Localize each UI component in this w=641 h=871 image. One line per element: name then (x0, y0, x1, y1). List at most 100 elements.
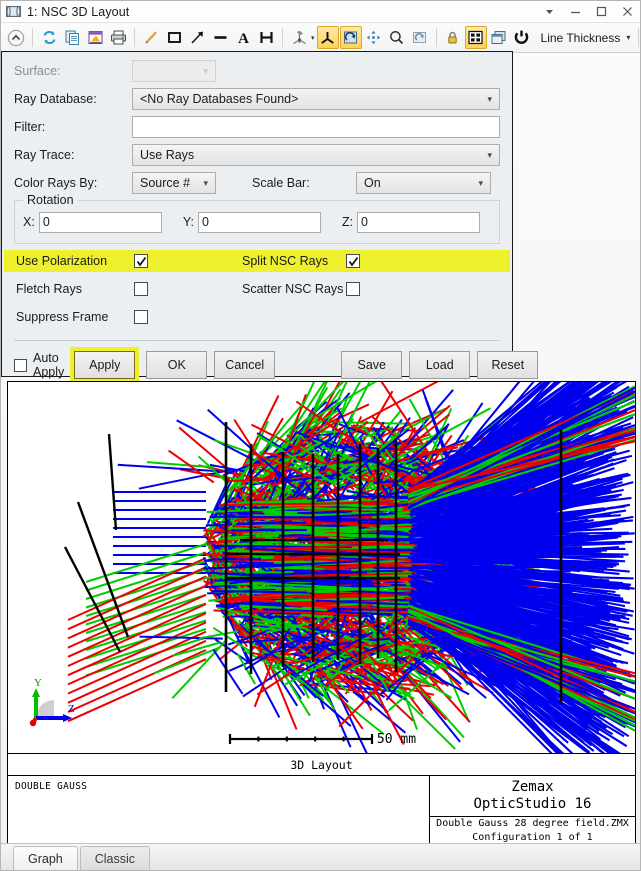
footer-left: DOUBLE GAUSS (8, 776, 430, 843)
load-button[interactable]: Load (409, 351, 471, 379)
window-menu-button[interactable] (536, 2, 562, 22)
suppress-frame-checkbox[interactable] (134, 310, 148, 324)
rotation-y-label: Y: (182, 215, 194, 229)
rotation-x-label: X: (23, 215, 35, 229)
window-copy-icon[interactable] (488, 26, 510, 49)
rotation-x-input[interactable]: 0 (38, 211, 162, 233)
scale-bar-select[interactable]: On ▾ (356, 172, 491, 194)
auto-apply-checkbox[interactable] (14, 358, 27, 372)
save-image-icon[interactable] (84, 26, 106, 49)
ok-button[interactable]: OK (146, 351, 208, 379)
print-icon[interactable] (107, 26, 129, 49)
settings-divider (14, 340, 500, 341)
line-thickness-label[interactable]: Line Thickness (541, 31, 621, 45)
toolbar: A ▾ Line Thickness ▾ (1, 23, 640, 53)
tab-graph[interactable]: Graph (13, 846, 78, 870)
scale-bar-value: On (364, 176, 381, 190)
fit-window-icon[interactable] (464, 26, 487, 49)
file-block: Double Gauss 28 degree field.ZMX Configu… (430, 817, 635, 843)
axis-tripod-icon[interactable] (316, 26, 339, 49)
collapse-icon[interactable] (5, 26, 27, 49)
filter-row: Filter: (14, 116, 500, 138)
brand-line-1: Zemax (511, 779, 554, 795)
surface-row: Surface: ▾ (14, 60, 500, 82)
chevron-down-icon: ▾ (487, 149, 492, 160)
settings-button-row: Auto Apply Apply OK Cancel Save Load Res… (14, 347, 539, 383)
fletch-rays-checkbox[interactable] (134, 282, 148, 296)
ray-trace-label: Ray Trace: (14, 148, 75, 162)
filter-input[interactable] (132, 116, 500, 138)
tab-classic[interactable]: Classic (79, 846, 151, 870)
scale-bar-label: Scale Bar: (252, 176, 310, 190)
ray-trace-row: Ray Trace: Use Rays ▾ (14, 144, 500, 166)
ray-database-label: Ray Database: (14, 92, 97, 106)
pencil-line-icon[interactable] (140, 26, 162, 49)
reset-view-icon[interactable] (409, 26, 431, 49)
scale-bar-text: 50 mm (376, 731, 417, 747)
auto-apply-group[interactable]: Auto Apply (14, 351, 64, 379)
view-orientation-icon[interactable] (288, 26, 310, 49)
refresh-icon[interactable] (38, 26, 60, 49)
ray-database-row: Ray Database: <No Ray Databases Found> ▾ (14, 88, 500, 110)
color-rays-row: Color Rays By: Source # ▾ Scale Bar: On … (14, 172, 500, 194)
reset-button[interactable]: Reset (477, 351, 539, 379)
close-button[interactable] (614, 2, 640, 22)
ray-trace-select[interactable]: Use Rays ▾ (132, 144, 500, 166)
color-rays-by-label: Color Rays By: (14, 176, 98, 190)
chevron-down-icon: ▾ (478, 177, 483, 188)
nsc-3d-layout-window: 1: NSC 3D Layout A ▾ Line Thickness ▾ Su… (0, 0, 641, 871)
scatter-nsc-rays-checkbox[interactable] (346, 282, 360, 296)
rotation-z-input[interactable]: 0 (357, 211, 481, 233)
use-polarization-checkbox[interactable] (134, 254, 148, 268)
rectangle-icon[interactable] (163, 26, 185, 49)
split-nsc-rays-checkbox[interactable] (346, 254, 360, 268)
ray-database-select[interactable]: <No Ray Databases Found> ▾ (132, 88, 500, 110)
surface-label: Surface: (14, 64, 61, 78)
maximize-button[interactable] (588, 2, 614, 22)
zoom-icon[interactable] (386, 26, 408, 49)
line-thickness-caret-icon[interactable]: ▾ (626, 33, 630, 42)
toolbar-separator (435, 28, 437, 47)
fletch-rays-label: Fletch Rays (16, 282, 82, 296)
ray-database-value: <No Ray Databases Found> (140, 92, 299, 106)
view-orientation-caret-icon[interactable]: ▾ (311, 34, 315, 42)
rotation-legend: Rotation (23, 193, 78, 207)
minimize-button[interactable] (562, 2, 588, 22)
pan-icon[interactable] (363, 26, 385, 49)
use-polarization-label: Use Polarization (16, 254, 108, 268)
footer-right: Zemax OpticStudio 16 Double Gauss 28 deg… (430, 776, 635, 843)
lock-icon[interactable] (442, 26, 464, 49)
copy-icon[interactable] (61, 26, 83, 49)
suppress-frame-label: Suppress Frame (16, 310, 109, 324)
rotation-y-input[interactable]: 0 (197, 211, 321, 233)
cancel-button[interactable]: Cancel (214, 351, 276, 379)
toolbar-separator (638, 28, 640, 47)
axis-indicator: Y Z (29, 678, 75, 727)
dimension-icon[interactable] (255, 26, 277, 49)
apply-button[interactable]: Apply (74, 351, 136, 379)
text-annotation-icon[interactable]: A (232, 26, 254, 49)
toolbar-separator (32, 28, 33, 47)
rotation-x-value: 0 (42, 215, 50, 229)
brand-line-2: OpticStudio 16 (473, 796, 592, 812)
title-bar: 1: NSC 3D Layout (1, 1, 640, 23)
arrow-icon[interactable] (186, 26, 208, 49)
ray-trace-value: Use Rays (140, 148, 195, 162)
filter-label: Filter: (14, 120, 46, 134)
save-button[interactable]: Save (341, 351, 403, 379)
surface-select[interactable]: ▾ (132, 60, 216, 82)
rotate-icon[interactable] (339, 26, 362, 49)
rotation-z-label: Z: (341, 215, 354, 229)
scale-bar-icon (228, 734, 374, 744)
window-title: 1: NSC 3D Layout (27, 4, 130, 19)
rotation-y-value: 0 (201, 215, 209, 229)
graph-panel: Y Z 50 mm 3D Layout DOUBLE GAUSS Zemax O… (7, 381, 636, 844)
svg-text:Y: Y (34, 678, 42, 689)
ray-trace-plot[interactable]: Y Z 50 mm (8, 382, 635, 753)
chevron-down-icon: ▾ (487, 93, 492, 104)
color-rays-by-select[interactable]: Source # ▾ (132, 172, 216, 194)
power-icon[interactable] (511, 26, 533, 49)
settings-panel: Surface: ▾ Ray Database: <No Ray Databas… (1, 51, 539, 383)
line-icon[interactable] (209, 26, 231, 49)
rotation-group: Rotation X: 0 Y: 0 Z: 0 (14, 193, 500, 244)
